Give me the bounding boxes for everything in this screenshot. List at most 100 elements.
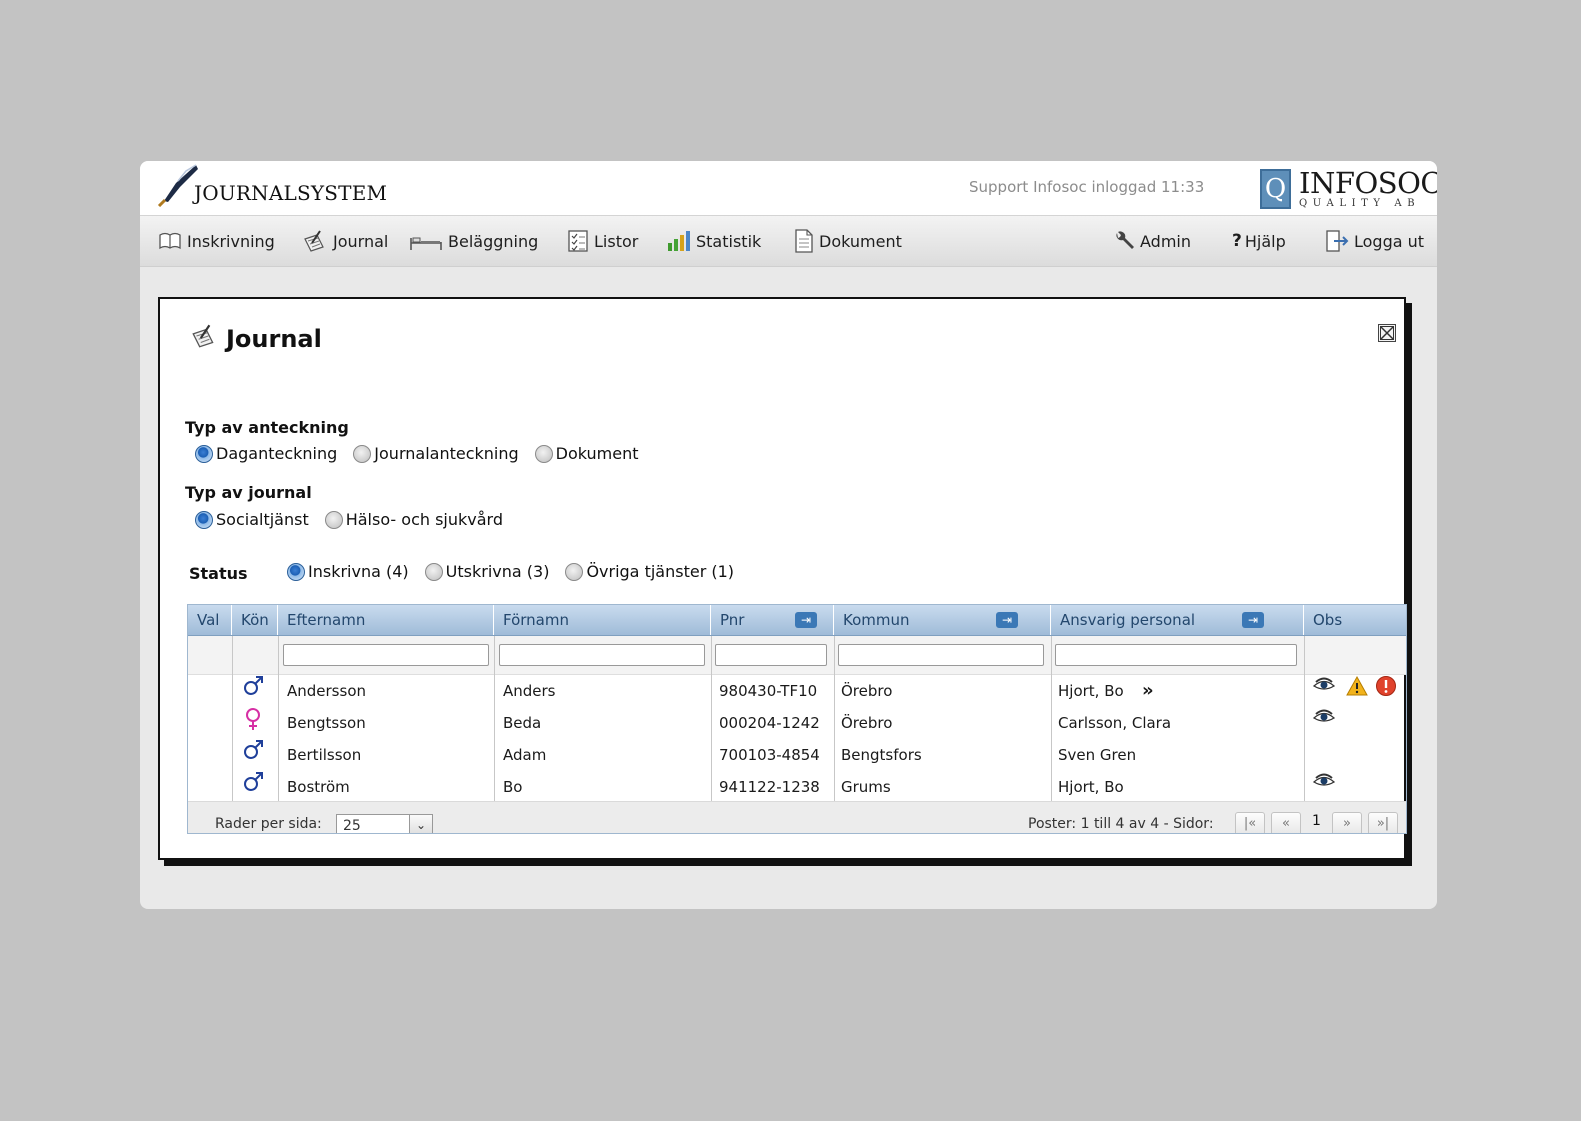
ansvarig-column-button[interactable]: ⇥ [1242,612,1264,628]
wrench-icon [1113,230,1135,252]
question-icon: ? [1232,231,1242,251]
nav-logga-ut[interactable]: Logga ut [1325,216,1424,266]
nav-belaggning[interactable]: Beläggning [409,216,538,266]
status-label: Status [189,564,248,583]
nav-label: Admin [1140,231,1191,251]
note-type-label: Typ av anteckning [185,418,349,437]
nav-inskrivning[interactable]: Inskrivning [158,216,275,266]
filter-ansvarig[interactable] [1055,644,1297,666]
more-personnel-button[interactable]: » [1142,675,1154,707]
dialog-title: Journal [190,323,322,355]
radio-dokument[interactable]: Dokument [534,444,639,463]
last-page-button[interactable]: »| [1368,812,1398,833]
arrow-right-icon: ⇥ [1001,613,1013,627]
nav-statistik[interactable]: Statistik [667,216,761,266]
brand-tagline: QUALITY AB [1299,198,1421,209]
col-header-efternamn[interactable]: Efternamn [278,605,494,635]
journal-icon [190,323,218,355]
view-journal-icon[interactable] [1312,675,1336,707]
col-header-fornamn[interactable]: Förnamn [494,605,711,635]
radio-halso-sjukvard[interactable]: Hälso- och sjukvård [324,510,503,529]
view-journal-icon[interactable] [1312,707,1336,739]
nav-admin[interactable]: Admin [1113,216,1191,266]
nav-dokument[interactable]: Dokument [794,216,902,266]
radio-utskrivna[interactable]: Utskrivna (3) [424,562,549,581]
main-nav: Inskrivning Journal Beläggning Listor St… [140,216,1437,267]
prev-page-button[interactable]: « [1271,812,1301,833]
alert-icon[interactable] [1375,675,1397,707]
col-header-kon[interactable]: Kön [232,605,278,635]
cell-pnr: 980430-TF10 [719,682,818,700]
filter-efternamn[interactable] [283,644,489,666]
note-type-radio-group: Daganteckning Journalanteckning Dokument [195,444,655,463]
cell-efternamn: Bengtsson [287,714,366,732]
table-row[interactable]: Bertilsson Adam 700103-4854 Bengtsfors S… [188,739,1406,771]
nav-label: Hjälp [1244,231,1286,251]
app-logo: JOURNALSYSTEM [156,163,387,207]
cell-pnr: 941122-1238 [719,778,820,796]
app-name: JOURNALSYSTEM [194,181,388,205]
col-header-obs[interactable]: Obs [1304,605,1406,635]
cell-kommun: Örebro [841,682,893,700]
close-button[interactable] [1378,324,1396,342]
cell-efternamn: Boström [287,778,350,796]
cell-fornamn: Bo [503,778,523,796]
col-header-kommun[interactable]: Kommun [834,605,1051,635]
brand-logo: Q INFOSOC QUALITY AB [1260,166,1437,212]
arrow-right-icon: ⇥ [800,613,812,627]
journal-icon [302,229,328,253]
rows-per-page-label: Rader per sida: [215,816,322,832]
cell-fornamn: Adam [503,746,547,764]
rows-per-page-select[interactable]: 25 ⌄ [336,814,433,833]
header: JOURNALSYSTEM Support Infosoc inloggad 1… [140,161,1437,216]
journal-type-label: Typ av journal [185,483,312,502]
book-icon [158,231,182,251]
logout-icon [1325,229,1349,253]
cell-ansvarig: Sven Gren [1058,746,1137,764]
nav-label: Logga ut [1354,231,1425,251]
cell-kommun: Bengtsfors [841,746,922,764]
radio-journalanteckning[interactable]: Journalanteckning [353,444,519,463]
cell-kommun: Örebro [841,714,893,732]
first-page-button[interactable]: |« [1235,812,1265,833]
cell-kommun: Grums [841,778,891,796]
cell-ansvarig: Carlsson, Clara [1058,714,1172,732]
journal-dialog: Journal Typ av anteckning Daganteckning … [158,297,1407,860]
status-radio-group: Inskrivna (4) Utskrivna (3) Övriga tjäns… [287,562,750,581]
kommun-column-button[interactable]: ⇥ [996,612,1018,628]
cell-ansvarig: Hjort, Bo [1058,682,1124,700]
nav-label: Beläggning [448,231,539,251]
pnr-column-button[interactable]: ⇥ [795,612,817,628]
nav-label: Inskrivning [187,231,275,251]
nav-label: Dokument [819,231,902,251]
warning-icon[interactable] [1346,675,1368,707]
current-page[interactable]: 1 [1312,813,1321,829]
nav-listor[interactable]: Listor [567,216,638,266]
table-row[interactable]: Bengtsson Beda 000204-1242 Örebro Carlss… [188,707,1406,739]
pager-info: Poster: 1 till 4 av 4 - Sidor: [1028,816,1214,832]
nav-label: Journal [333,231,389,251]
close-icon [1380,326,1394,340]
filter-fornamn[interactable] [499,644,705,666]
cell-efternamn: Andersson [287,682,366,700]
col-header-val[interactable]: Val [188,605,232,635]
filter-kommun[interactable] [838,644,1044,666]
nav-hjalp[interactable]: ? Hjälp [1232,216,1286,266]
col-header-ansvarig[interactable]: Ansvarig personal [1051,605,1304,635]
dialog-title-text: Journal [226,325,322,353]
table-row[interactable]: Boström Bo 941122-1238 Grums Hjort, Bo [188,771,1406,803]
radio-socialtjanst[interactable]: Socialtjänst [195,510,309,529]
next-page-button[interactable]: » [1332,812,1362,833]
radio-daganteckning[interactable]: Daganteckning [195,444,337,463]
bar-chart-icon [667,230,691,252]
document-icon [794,229,814,253]
table-row[interactable]: Andersson Anders 980430-TF10 Örebro Hjor… [188,675,1406,707]
arrow-right-icon: ⇥ [1247,613,1259,627]
nav-journal[interactable]: Journal [302,216,388,266]
chevron-down-icon: ⌄ [409,815,432,833]
radio-inskrivna[interactable]: Inskrivna (4) [287,562,409,581]
nav-label: Listor [594,231,639,251]
filter-pnr[interactable] [715,644,827,666]
view-journal-icon[interactable] [1312,771,1336,803]
radio-ovriga-tjanster[interactable]: Övriga tjänster (1) [565,562,734,581]
